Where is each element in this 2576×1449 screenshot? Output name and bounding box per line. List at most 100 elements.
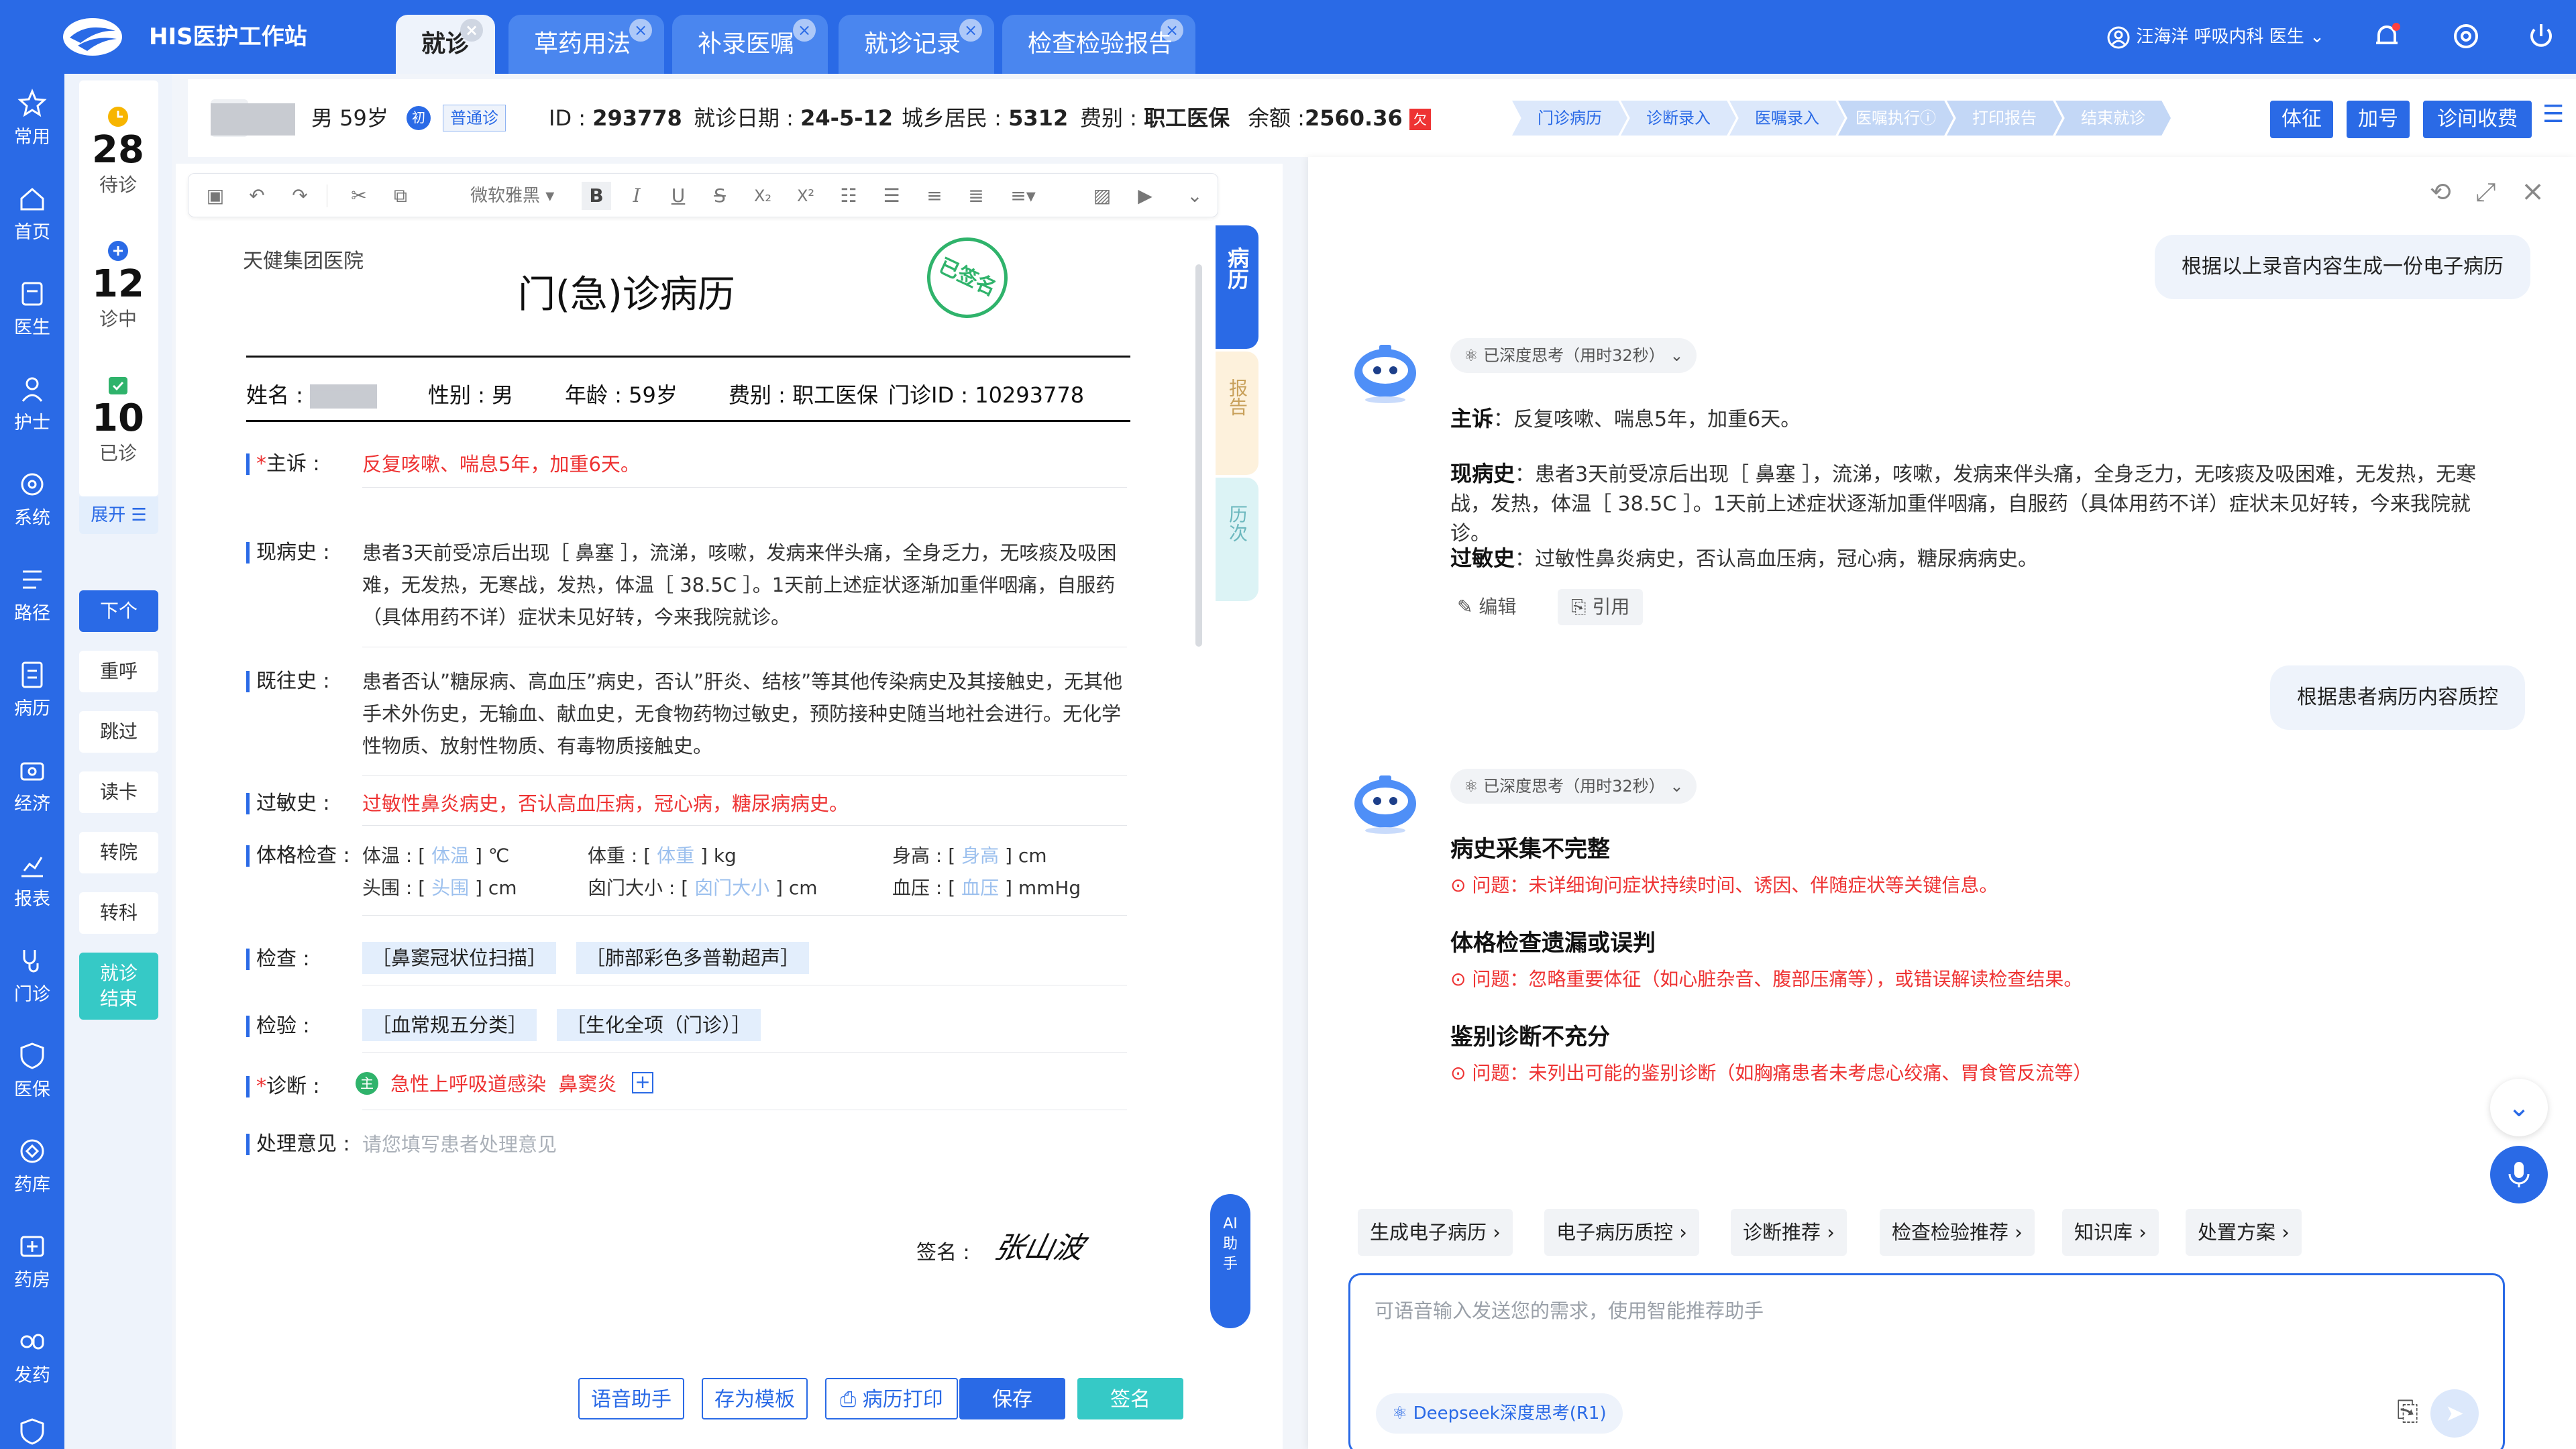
sidebar-item-system[interactable]: 系统 bbox=[0, 462, 64, 542]
sidebar-item-star[interactable]: 常用 bbox=[0, 80, 64, 161]
next-patient-button[interactable]: 下个 bbox=[79, 590, 158, 632]
close-icon[interactable]: × bbox=[1161, 19, 1183, 42]
sidebar-item-warehouse[interactable]: 药库 bbox=[0, 1128, 64, 1209]
sidebar-item-dispense[interactable]: 发药 bbox=[0, 1319, 64, 1399]
strikethrough-icon[interactable]: S bbox=[705, 182, 735, 210]
close-icon[interactable]: × bbox=[793, 19, 816, 42]
sidebar-item-pharmacy[interactable]: 药房 bbox=[0, 1224, 64, 1304]
step-outpatient-record[interactable]: 门诊病历 bbox=[1512, 101, 1627, 136]
transfer-department-button[interactable]: 转科 bbox=[79, 892, 158, 934]
sidebar-item-nurse[interactable]: 护士 bbox=[0, 366, 64, 447]
font-select[interactable]: 微软雅黑 ▾ bbox=[470, 182, 554, 210]
deep-think-toggle[interactable]: ⚛ 已深度思考（用时32秒） ⌄ bbox=[1450, 769, 1697, 804]
chat-input[interactable]: 可语音输入发送您的需求，使用智能推荐助手 bbox=[1375, 1295, 1764, 1324]
expand-icon[interactable]: ⤢ bbox=[2475, 177, 2496, 207]
sidebar-item-home[interactable]: 首页 bbox=[0, 176, 64, 256]
save-button[interactable]: 保存 bbox=[959, 1378, 1065, 1419]
sidebar-item-path[interactable]: 路径 bbox=[0, 557, 64, 637]
line-spacing-icon[interactable]: ≡▾ bbox=[1003, 182, 1043, 210]
history-icon[interactable]: ⟲ bbox=[2430, 177, 2451, 207]
sidebar-item-insurance[interactable]: 医保 bbox=[0, 1033, 64, 1114]
microphone-button[interactable] bbox=[2490, 1146, 2548, 1203]
subscript-icon[interactable]: X₂ bbox=[748, 182, 777, 210]
voice-assistant-button[interactable]: 语音助手 bbox=[578, 1378, 684, 1419]
tab-history[interactable]: 历次 bbox=[1216, 478, 1258, 601]
finish-visit-button[interactable]: 就诊 结束 bbox=[79, 953, 158, 1020]
user-menu[interactable]: 汪海洋 呼吸内科 医生 ⌄ bbox=[2106, 20, 2324, 54]
video-icon[interactable]: ▶ bbox=[1130, 182, 1160, 210]
expand-button[interactable]: 展开 ☰ bbox=[79, 496, 158, 534]
step-print-report[interactable]: 打印报告 bbox=[1947, 101, 2062, 136]
transfer-hospital-button[interactable]: 转院 bbox=[79, 832, 158, 873]
close-icon[interactable]: × bbox=[2521, 174, 2544, 207]
print-record-button[interactable]: ⎙ 病历打印 bbox=[825, 1378, 958, 1419]
tab-exam-reports[interactable]: 检查检验报告 × bbox=[1002, 15, 1195, 74]
height-field[interactable]: 身高 : [ 身高 ] cm bbox=[892, 840, 1047, 872]
numbered-list-icon[interactable]: ☰ bbox=[877, 182, 906, 210]
lab-chip[interactable]: ［生化全项（门诊）］ bbox=[557, 1009, 761, 1041]
send-icon[interactable]: ➤ bbox=[2430, 1389, 2479, 1438]
queue-waiting[interactable]: 28 待诊 bbox=[79, 103, 157, 197]
temperature-field[interactable]: 体温 : [ 体温 ] ℃ bbox=[362, 840, 509, 872]
undo-icon[interactable]: ↶ bbox=[242, 182, 272, 210]
indent-icon[interactable]: ≡ bbox=[920, 182, 949, 210]
close-icon[interactable]: × bbox=[460, 19, 483, 42]
queue-done[interactable]: 10 已诊 bbox=[79, 372, 157, 466]
sign-button[interactable]: 签名 bbox=[1077, 1378, 1183, 1419]
close-icon[interactable]: × bbox=[629, 19, 652, 42]
suggestion-record-qc[interactable]: 电子病历质控 › bbox=[1544, 1209, 1699, 1256]
deep-think-toggle[interactable]: ⚛ 已深度思考（用时32秒） ⌄ bbox=[1450, 338, 1697, 373]
diagnosis-field[interactable]: 急性上呼吸道感染 鼻窦炎 bbox=[390, 1071, 616, 1097]
cite-button[interactable]: ⎘ 引用 bbox=[1558, 589, 1644, 625]
exam-chip[interactable]: ［鼻窦冠状位扫描］ bbox=[362, 942, 557, 974]
save-template-button[interactable]: 存为模板 bbox=[702, 1378, 808, 1419]
head-circumference-field[interactable]: 头围 : [ 头围 ] cm bbox=[362, 872, 517, 904]
lab-chip[interactable]: ［血常规五分类］ bbox=[362, 1009, 537, 1041]
add-appointment-button[interactable]: 加号 bbox=[2347, 101, 2410, 138]
suggestion-knowledge-base[interactable]: 知识库 › bbox=[2062, 1209, 2159, 1256]
history-field[interactable]: 患者3天前受凉后出现［ 鼻塞 ］，流涕，咳嗽，发病来伴头痛，全身乏力，无咳痰及吸… bbox=[362, 537, 1127, 633]
step-diagnosis-entry[interactable]: 诊断录入 bbox=[1621, 101, 1736, 136]
scroll-down-button[interactable]: ⌄ bbox=[2490, 1079, 2548, 1136]
image-icon[interactable]: ▨ bbox=[1087, 182, 1117, 210]
redo-icon[interactable]: ↷ bbox=[285, 182, 315, 210]
copy-icon[interactable]: ⧉ bbox=[386, 182, 415, 210]
tab-record[interactable]: 病历 bbox=[1216, 225, 1258, 349]
clinic-billing-button[interactable]: 诊间收费 bbox=[2423, 101, 2532, 138]
add-diagnosis-icon[interactable]: + bbox=[632, 1072, 653, 1093]
attachment-icon[interactable]: ⎘ bbox=[2397, 1396, 2418, 1427]
bullet-list-icon[interactable]: ☷ bbox=[834, 182, 863, 210]
tab-visit[interactable]: 就诊 × bbox=[396, 15, 495, 74]
step-end-visit[interactable]: 结束就诊 bbox=[2055, 101, 2171, 136]
save-icon[interactable]: ▣ bbox=[201, 182, 230, 210]
recall-button[interactable]: 重呼 bbox=[79, 651, 158, 692]
suggestion-treatment-plan[interactable]: 处置方案 › bbox=[2186, 1209, 2302, 1256]
suggestion-exam[interactable]: 检查检验推荐 › bbox=[1880, 1209, 2035, 1256]
tab-supplement-order[interactable]: 补录医嘱 × bbox=[672, 15, 828, 74]
sidebar-item-doctor[interactable]: 医生 bbox=[0, 271, 64, 352]
close-icon[interactable]: × bbox=[959, 19, 982, 42]
italic-icon[interactable]: I bbox=[622, 182, 651, 210]
read-card-button[interactable]: 读卡 bbox=[79, 771, 158, 813]
sidebar-item-economy[interactable]: 经济 bbox=[0, 747, 64, 828]
suggestion-generate-record[interactable]: 生成电子病历 › bbox=[1358, 1209, 1513, 1256]
sidebar-item-record[interactable]: 病历 bbox=[0, 652, 64, 733]
tab-visit-records[interactable]: 就诊记录 × bbox=[839, 15, 994, 74]
suggestion-diagnosis[interactable]: 诊断推荐 › bbox=[1731, 1209, 1847, 1256]
vital-signs-button[interactable]: 体征 bbox=[2270, 101, 2333, 138]
settings-icon[interactable] bbox=[2447, 17, 2485, 55]
complaint-field[interactable]: 反复咳嗽、喘息5年，加重6天。 bbox=[362, 448, 1127, 480]
superscript-icon[interactable]: X² bbox=[791, 182, 820, 210]
skip-button[interactable]: 跳过 bbox=[79, 711, 158, 753]
allergy-field[interactable]: 过敏性鼻炎病史，否认高血压病，冠心病，糖尿病病史。 bbox=[362, 788, 1127, 820]
exam-chip[interactable]: ［肺部彩色多普勒超声］ bbox=[576, 942, 810, 974]
deepseek-model-toggle[interactable]: ⚛ Deepseek深度思考(R1) bbox=[1376, 1393, 1623, 1434]
treatment-input[interactable]: 请您填写患者处理意见 bbox=[362, 1128, 1127, 1161]
bell-icon[interactable] bbox=[2368, 17, 2406, 55]
tab-herbal-usage[interactable]: 草药用法 × bbox=[508, 15, 664, 74]
weight-field[interactable]: 体重 : [ 体重 ] kg bbox=[588, 840, 737, 872]
queue-in-progress[interactable]: 12 诊中 bbox=[79, 237, 157, 331]
past-history-field[interactable]: 患者否认”糖尿病、高血压”病史，否认”肝炎、结核”等其他传染病史及其接触史，无其… bbox=[362, 665, 1127, 762]
sidebar-item-stethoscope[interactable]: 门诊 bbox=[0, 938, 64, 1018]
ai-assistant-float[interactable]: AI助手 bbox=[1210, 1194, 1250, 1328]
